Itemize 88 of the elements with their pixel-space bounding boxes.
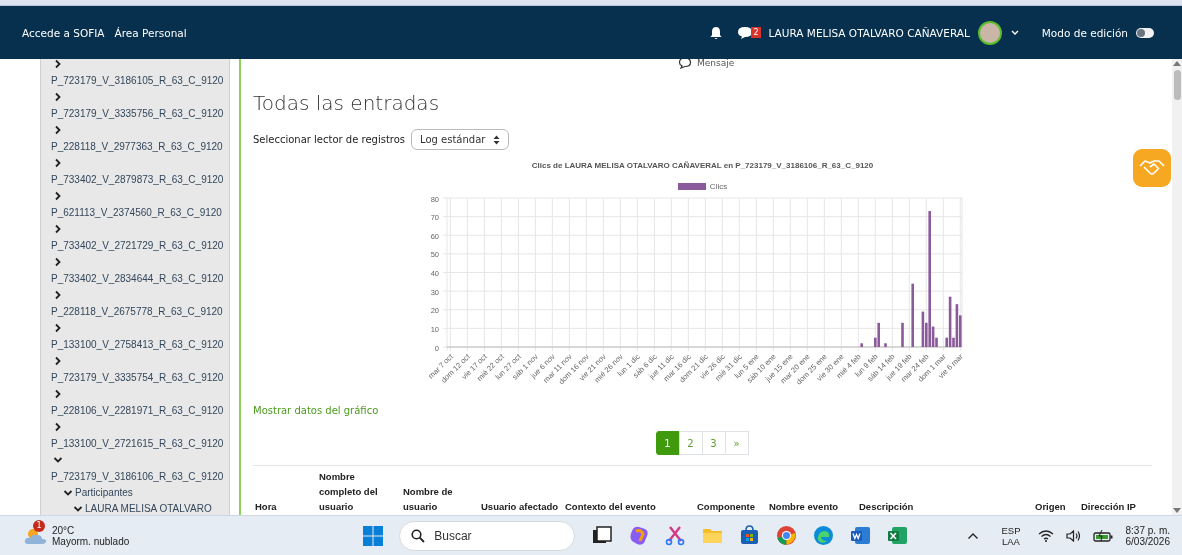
sort-caret-icon[interactable] (493, 134, 501, 145)
page-title: Todas las entradas (253, 91, 441, 115)
chart-bar (859, 343, 863, 347)
chevron-right-icon[interactable] (53, 191, 63, 201)
nav-link[interactable]: Área Personal (114, 26, 187, 39)
chevron-right-icon[interactable] (53, 290, 63, 300)
nav-link[interactable]: Accede a SOFIA (22, 26, 105, 39)
chart-title: Clics de LAURA MELISA OTALVARO CAÑAVERAL en P_723179_V_3186106_R_63_C_9120 (530, 161, 875, 170)
sidebar-item[interactable]: P_133100_V_2721615_R_63_C_9120 (51, 437, 224, 450)
search-icon[interactable] (411, 528, 426, 543)
chevron-right-icon[interactable] (53, 125, 63, 135)
log-reader-label: Seleccionar lector de registros (253, 134, 406, 145)
edit-mode-label: Modo de edición (1041, 26, 1128, 39)
snipping-tool-icon[interactable] (665, 525, 687, 546)
user-name[interactable]: LAURA MELISA OTALVARO CAÑAVERAL (768, 26, 970, 39)
volume-icon[interactable] (1066, 529, 1082, 542)
chevron-right-icon[interactable] (53, 92, 63, 102)
sidebar-item[interactable]: LAURA MELISA OTALVARO (85, 502, 212, 515)
edge-icon[interactable] (813, 525, 835, 546)
sidebar-item[interactable]: P_228106_V_2281971_R_63_C_9120 (51, 404, 224, 417)
column-header[interactable]: Nombre de usuario (401, 484, 479, 514)
sidebar-item[interactable]: P_621113_V_2374560_R_63_C_9120 (51, 206, 222, 219)
page-button[interactable]: 1 (655, 431, 680, 455)
wifi-icon[interactable] (1038, 529, 1055, 542)
sidebar-item[interactable]: P_733402_V_2834644_R_63_C_9120 (51, 272, 224, 285)
scrollbar-thumb[interactable] (1173, 70, 1181, 100)
language-indicator[interactable]: LAA (1002, 535, 1020, 547)
message-count-badge: 2 (751, 27, 761, 38)
show-chart-data-link[interactable]: Mostrar datos del gráfico (253, 405, 1152, 416)
sidebar-item[interactable]: P_723179_V_3186105_R_63_C_9120 (51, 74, 224, 87)
language-indicator[interactable]: ESP (1001, 524, 1021, 536)
sidebar-item[interactable]: P_228118_V_2977363_R_63_C_9120 (51, 140, 223, 153)
chevron-right-icon[interactable] (53, 356, 63, 366)
taskbar-search-field[interactable]: Buscar (399, 520, 576, 551)
legend-label: Clics (709, 182, 728, 191)
chart-bar (900, 322, 904, 347)
column-header[interactable]: Nombre completo del usuario (317, 469, 401, 514)
page-button[interactable]: » (724, 431, 749, 455)
column-header[interactable]: Contexto del evento (563, 499, 695, 514)
chat-bubble-icon[interactable] (678, 59, 692, 69)
chevron-right-icon[interactable] (53, 323, 63, 333)
column-header[interactable]: Descripción (857, 499, 1033, 514)
battery-charging-icon[interactable] (1093, 529, 1114, 542)
task-view-icon[interactable] (591, 525, 613, 546)
sidebar-item[interactable]: P_723179_V_3335756_R_63_C_9120 (51, 107, 224, 120)
chevron-right-icon[interactable] (53, 224, 63, 234)
chevron-down-icon[interactable] (1009, 28, 1020, 37)
column-header[interactable]: Hora (253, 499, 317, 514)
message-link[interactable]: Mensaje (697, 59, 735, 68)
column-header[interactable]: Componente (695, 499, 767, 514)
scroll-up-icon[interactable] (1173, 61, 1181, 66)
copilot-icon[interactable] (628, 525, 650, 546)
chevron-down-icon[interactable] (53, 455, 63, 465)
user-avatar[interactable] (977, 20, 1002, 45)
chevron-right-icon[interactable] (53, 389, 63, 399)
sidebar-item[interactable]: P_133100_V_2758413_R_63_C_9120 (51, 338, 224, 351)
chrome-icon[interactable] (776, 525, 798, 546)
scrollbar[interactable] (1172, 59, 1182, 515)
column-header[interactable]: Dirección IP (1079, 499, 1149, 514)
chevron-right-icon[interactable] (53, 59, 63, 69)
chevron-right-icon[interactable] (53, 158, 63, 168)
sidebar-item[interactable]: Participantes (75, 486, 133, 499)
edit-mode-toggle[interactable] (1136, 27, 1154, 38)
sidebar-item[interactable]: P_723179_V_3335754_R_63_C_9120 (51, 371, 224, 384)
chevron-up-icon[interactable] (967, 531, 980, 540)
sidebar-item[interactable]: P_723179_V_3186106_R_63_C_9120 (51, 470, 224, 483)
chart-bar (883, 343, 887, 347)
clock-time[interactable]: 8:37 p. m. (1125, 524, 1170, 536)
sidebar-item[interactable]: P_733402_V_2721729_R_63_C_9120 (51, 239, 224, 252)
chart-bar (910, 283, 914, 347)
chat-icon[interactable] (737, 25, 754, 40)
chevron-right-icon[interactable] (53, 257, 63, 267)
column-header[interactable]: Usuario afectado (479, 499, 563, 514)
excel-icon[interactable] (887, 525, 909, 546)
word-icon[interactable] (850, 525, 872, 546)
chevron-right-icon[interactable] (53, 422, 63, 432)
windows-start-icon[interactable] (363, 525, 384, 546)
weather-condition: Mayorm. nublado (52, 535, 130, 547)
clock-date[interactable]: 6/03/2026 (1125, 535, 1170, 547)
sidebar-item[interactable]: P_228118_V_2675778_R_63_C_9120 (51, 305, 223, 318)
log-reader-select[interactable]: Log estándar (411, 129, 510, 150)
store-icon[interactable] (739, 525, 761, 546)
column-header[interactable]: Nombre evento (767, 499, 857, 514)
notification-badge: 1 (33, 519, 45, 532)
temperature-text: 20°C (52, 524, 76, 536)
notification-bell-icon[interactable] (709, 25, 724, 40)
column-header[interactable]: Origen (1033, 499, 1079, 514)
sidebar-item[interactable]: P_733402_V_2879873_R_63_C_9120 (51, 173, 224, 186)
